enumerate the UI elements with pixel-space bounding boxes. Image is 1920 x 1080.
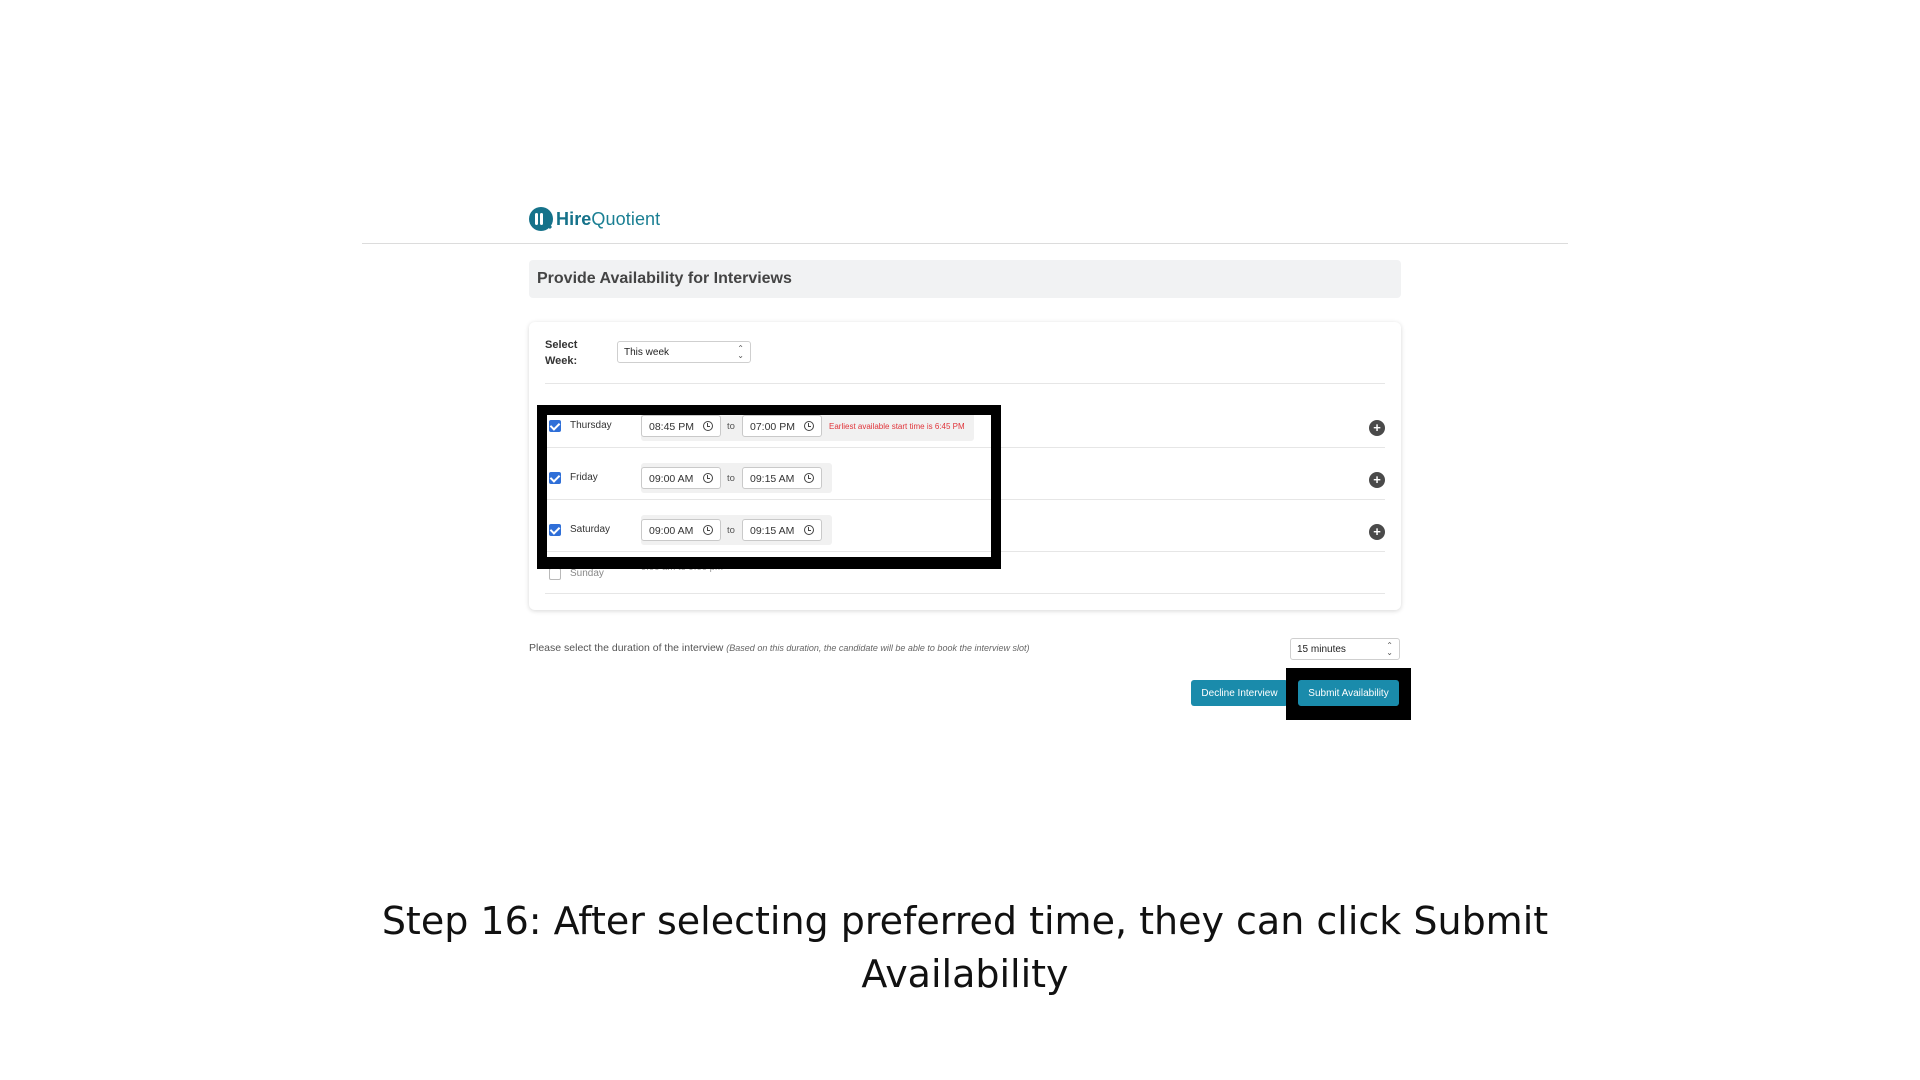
select-chevron-icon: ⌃ ⌄ xyxy=(737,344,744,360)
sunday-checkbox[interactable] xyxy=(549,568,561,580)
duration-select-value: 15 minutes xyxy=(1297,643,1346,655)
hirequotient-logo[interactable]: HireQuotient xyxy=(528,206,660,232)
add-slot-button[interactable]: + xyxy=(1369,524,1385,540)
add-slot-button[interactable]: + xyxy=(1369,472,1385,488)
week-select-value: This week xyxy=(624,346,670,358)
divider xyxy=(545,593,1385,594)
divider xyxy=(545,383,1385,384)
duration-select[interactable]: 15 minutes ⌃ ⌄ xyxy=(1290,638,1400,660)
duration-label: Please select the duration of the interv… xyxy=(529,642,1030,654)
logo-text: HireQuotient xyxy=(556,208,661,229)
page-title-bar: Provide Availability for Interviews xyxy=(529,260,1401,298)
day-label: Sunday xyxy=(570,568,604,579)
select-chevron-icon: ⌃ ⌄ xyxy=(1386,641,1393,657)
duration-note: (Based on this duration, the candidate w… xyxy=(726,643,1030,653)
app-screenshot: HireQuotient Provide Availability for In… xyxy=(0,0,1920,740)
page-title: Provide Availability for Interviews xyxy=(537,270,792,287)
week-select[interactable]: This week ⌃ ⌄ xyxy=(617,341,751,363)
logo-mark-icon xyxy=(529,207,553,231)
header-divider xyxy=(362,243,1568,244)
select-week-label: Select Week: xyxy=(545,339,578,367)
highlight-box xyxy=(537,405,1001,569)
submit-availability-button[interactable]: Submit Availability xyxy=(1298,680,1399,706)
decline-interview-button[interactable]: Decline Interview xyxy=(1191,680,1288,706)
add-slot-button[interactable]: + xyxy=(1369,420,1385,436)
step-caption: Step 16: After selecting preferred time,… xyxy=(381,899,1549,996)
